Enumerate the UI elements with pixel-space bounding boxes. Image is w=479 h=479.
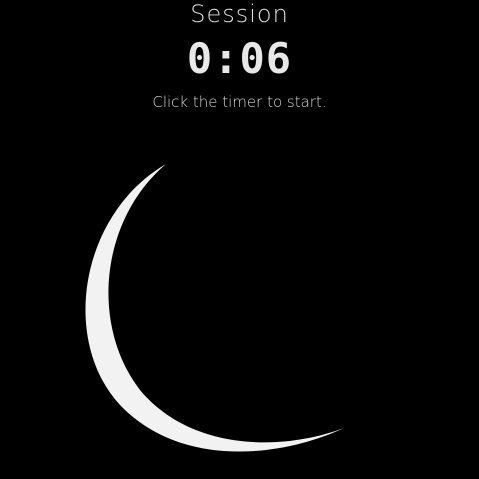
timer-display[interactable]: 0:06 — [0, 34, 479, 84]
moon-crescent-shape — [85, 164, 344, 452]
timer-app: Session 0:06 Click the timer to start. — [0, 0, 479, 479]
crescent-moon-icon[interactable] — [60, 150, 390, 479]
session-label: Session — [190, 0, 289, 28]
start-hint: Click the timer to start. — [152, 93, 327, 111]
